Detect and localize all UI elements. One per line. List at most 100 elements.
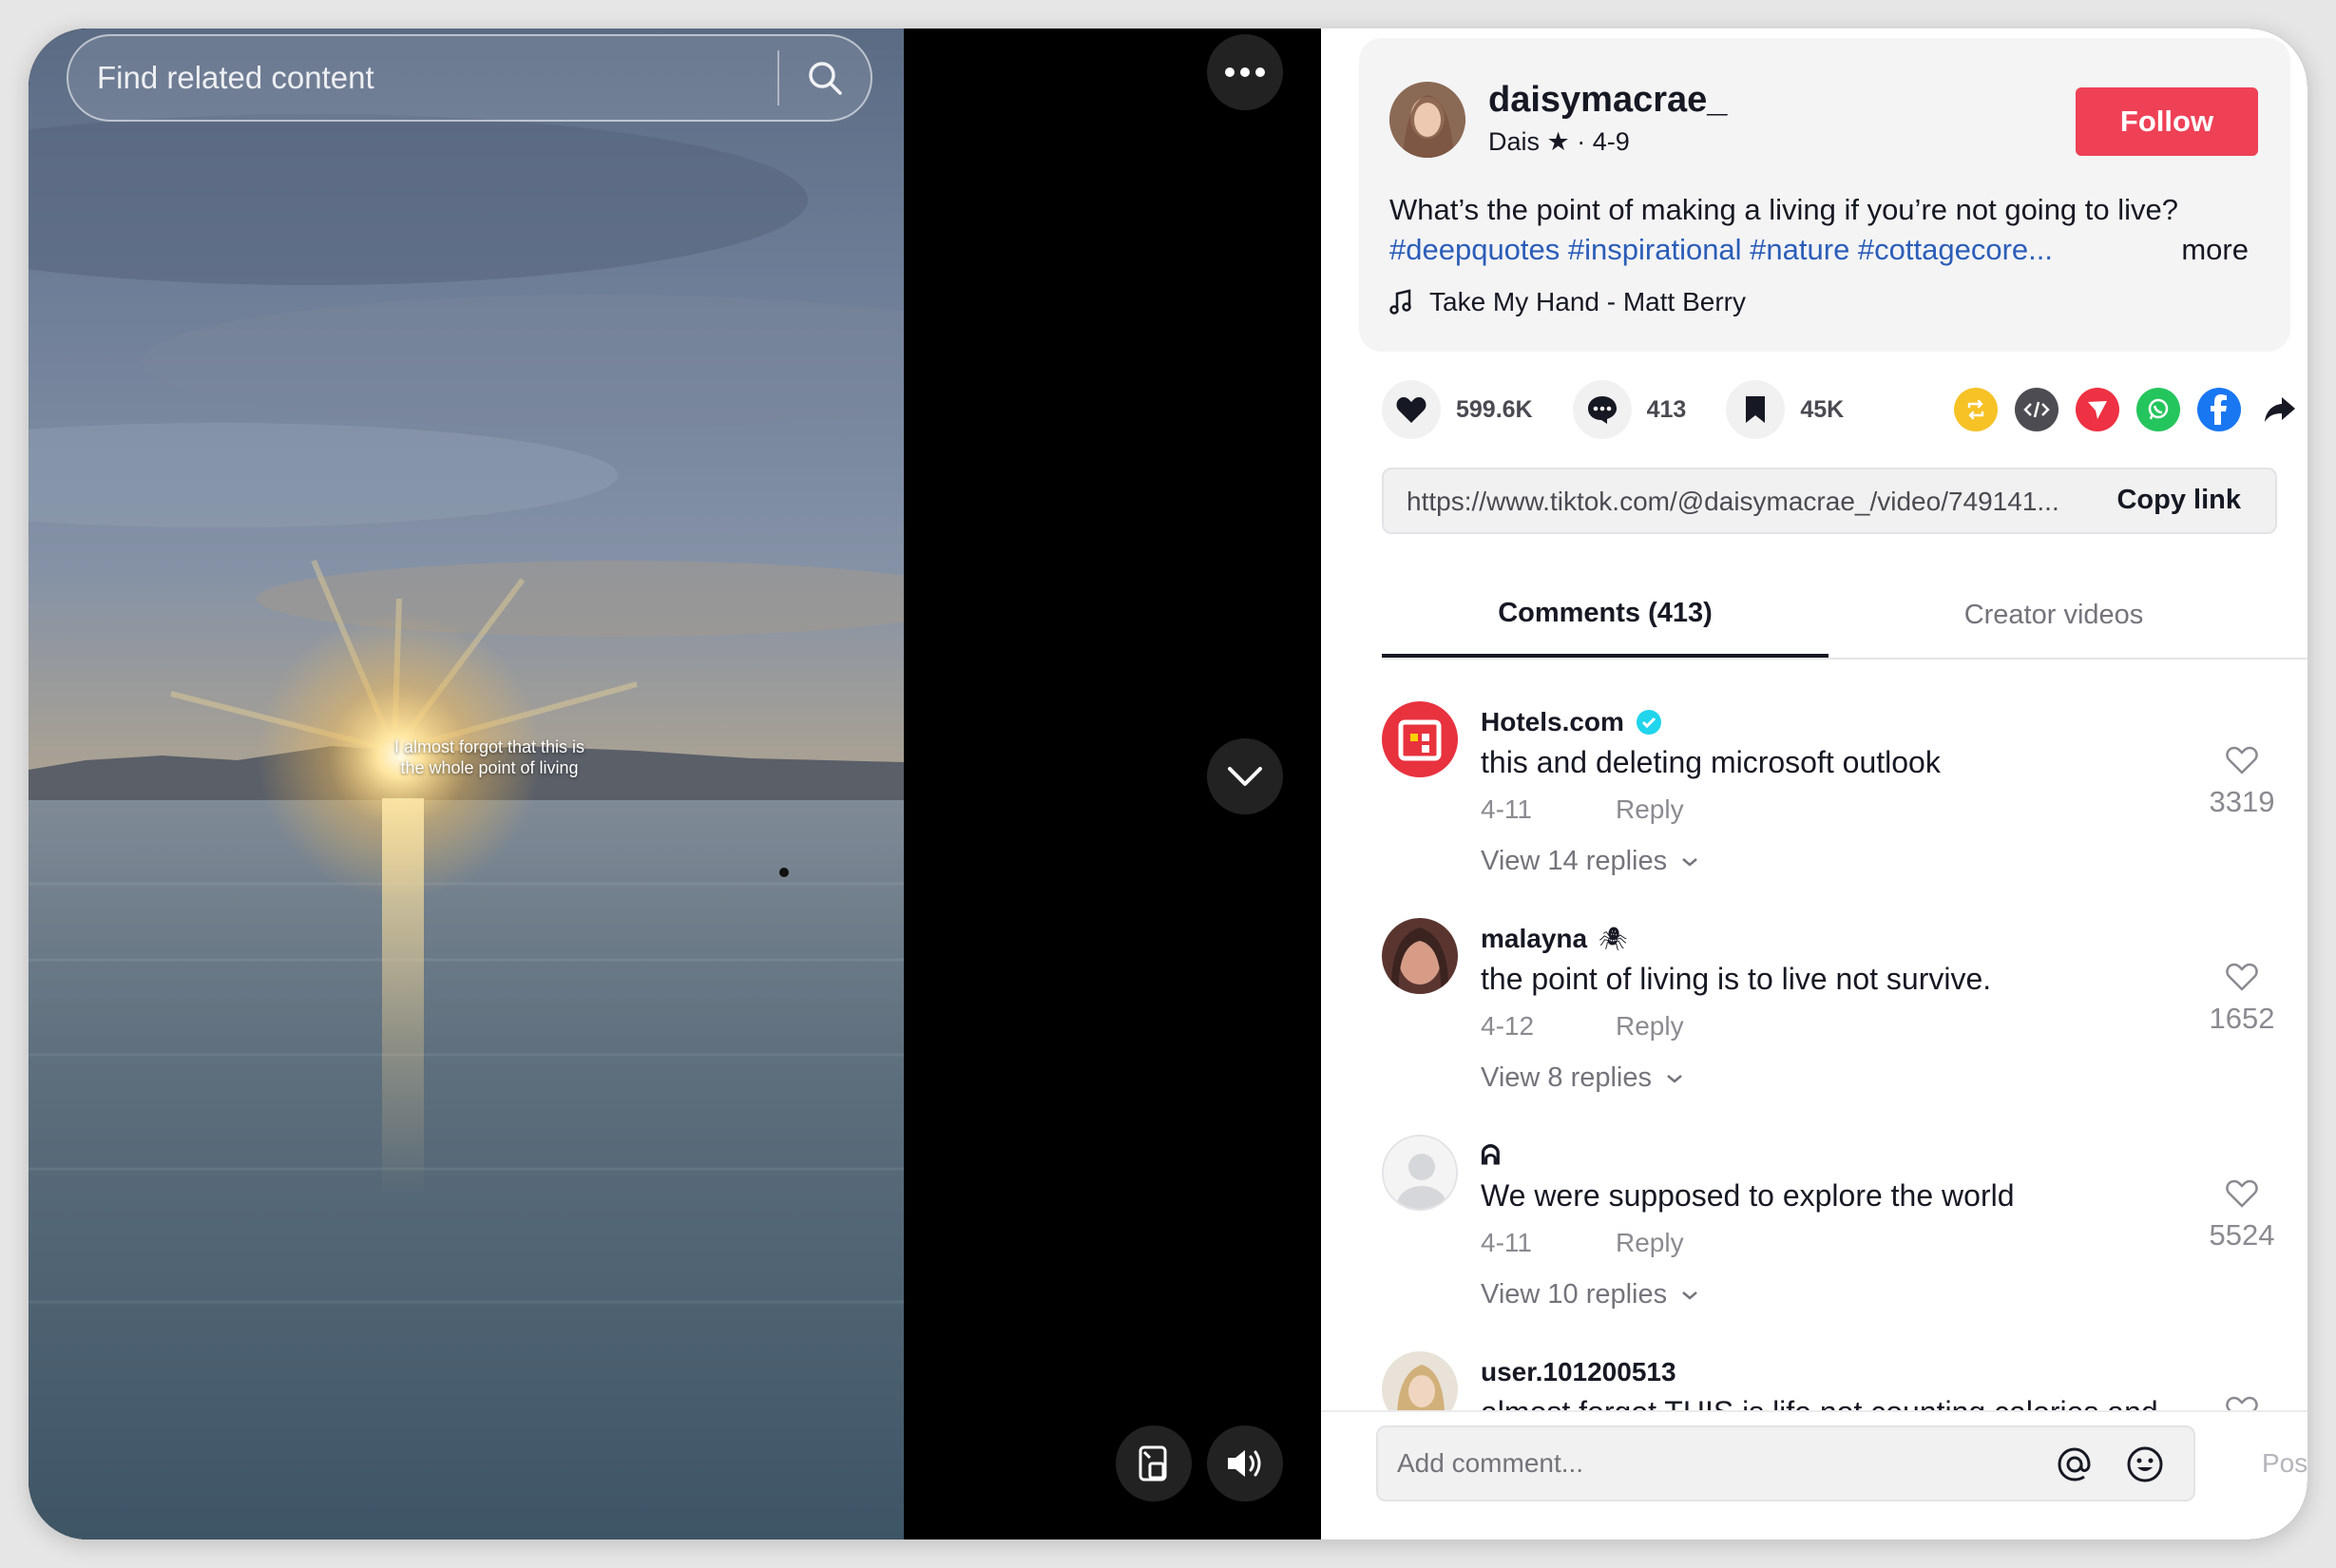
volume-button[interactable]: [1207, 1425, 1283, 1501]
follow-button[interactable]: Follow: [2076, 87, 2258, 156]
next-video-button[interactable]: [1207, 738, 1283, 814]
comment-like[interactable]: 3319: [2199, 745, 2285, 819]
comment-date: 4-12: [1481, 1011, 1535, 1041]
copy-link-button[interactable]: Copy link: [2116, 485, 2241, 516]
facebook-icon[interactable]: [2197, 388, 2241, 431]
comment-like[interactable]: 5524: [2199, 1178, 2285, 1252]
heart-outline-icon[interactable]: [2225, 745, 2259, 775]
user-avatar-image: [1382, 1351, 1458, 1410]
ellipsis-icon: [1225, 67, 1265, 77]
comment-input[interactable]: Add comment...: [1397, 1448, 1583, 1479]
comment-bubble-icon: [1587, 396, 1617, 424]
comment-button[interactable]: [1572, 380, 1632, 439]
comment-username[interactable]: ᕱ: [1481, 1140, 1501, 1172]
video-description: What’s the point of making a living if y…: [1389, 190, 2264, 270]
verified-badge-icon: [1636, 710, 1661, 735]
view-replies-label: View 14 replies: [1481, 846, 1668, 876]
details-panel: daisymacrae_ Dais ★ · 4-9 Follow What’s …: [1321, 29, 2307, 1539]
comment-item: ᕱ We were supposed to explore the world …: [1382, 1135, 2285, 1353]
heart-outline-icon[interactable]: [2225, 962, 2259, 992]
like-stat[interactable]: 599.6K: [1382, 380, 1533, 439]
post-button[interactable]: Post: [2262, 1448, 2307, 1479]
author-avatar-image: [1389, 82, 1465, 158]
app-window: I almost forgot that this is the whole p…: [29, 29, 2307, 1539]
tab-comments[interactable]: Comments (413): [1382, 572, 1829, 658]
view-replies-label: View 8 replies: [1481, 1062, 1653, 1093]
comment-avatar[interactable]: [1382, 1351, 1458, 1410]
save-stat[interactable]: 45K: [1726, 380, 1844, 439]
search-bar[interactable]: Find related content: [67, 34, 872, 122]
chevron-down-icon: [1682, 857, 1697, 867]
search-input[interactable]: Find related content: [68, 60, 777, 96]
description-text: What’s the point of making a living if y…: [1389, 193, 2179, 226]
volume-icon: [1228, 1450, 1261, 1477]
save-count: 45K: [1800, 395, 1845, 423]
heart-outline-icon[interactable]: [2225, 1395, 2259, 1412]
view-replies-button[interactable]: View 10 replies: [1481, 1279, 1699, 1310]
comment-username[interactable]: Hotels.com: [1481, 707, 1662, 737]
comment-avatar[interactable]: [1382, 701, 1458, 777]
comment-count: 413: [1646, 395, 1687, 423]
repost-icon[interactable]: [1954, 388, 1998, 431]
comment-avatar[interactable]: [1382, 1135, 1458, 1211]
comment-list[interactable]: Hotels.com this and deleting microsoft o…: [1321, 661, 2307, 1412]
comment-date: 4-11: [1481, 1228, 1532, 1257]
comment-like[interactable]: 1652: [2199, 962, 2285, 1036]
floating-player-icon: [1139, 1445, 1167, 1482]
whatsapp-icon[interactable]: [2136, 388, 2180, 431]
comment-username-text[interactable]: ᕱ: [1481, 1140, 1501, 1172]
emoji-icon[interactable]: [2125, 1444, 2165, 1484]
comment-username-text[interactable]: malayna: [1481, 924, 1587, 954]
comment-composer[interactable]: Add comment...: [1376, 1425, 2195, 1501]
comment-username-text[interactable]: Hotels.com: [1481, 707, 1624, 737]
comment-reply-button[interactable]: Reply: [1616, 1011, 1684, 1042]
comment-item: malayna 🕷 the point of living is to live…: [1382, 918, 2285, 1137]
comment-text: the point of living is to live not survi…: [1481, 962, 1992, 996]
comment-item: user.101200513 almost forgot THIS is lif…: [1382, 1351, 2285, 1412]
save-button[interactable]: [1726, 380, 1786, 439]
send-icon[interactable]: [2076, 388, 2119, 431]
share-link-url[interactable]: https://www.tiktok.com/@daisymacrae_/vid…: [1407, 487, 2059, 517]
comment-like-count: 5524: [2209, 1218, 2275, 1252]
author-nickname-date: Dais ★ · 4-9: [1488, 127, 1630, 156]
default-avatar-icon: [1384, 1137, 1456, 1209]
comment-like[interactable]: [2199, 1395, 2285, 1412]
video-player[interactable]: I almost forgot that this is the whole p…: [29, 29, 1321, 1539]
embed-icon[interactable]: [2015, 388, 2058, 431]
description-hashtags[interactable]: #deepquotes #inspirational #nature #cott…: [1389, 230, 2264, 270]
comment-like-count: 3319: [2209, 785, 2275, 818]
description-more-button[interactable]: more: [2181, 230, 2249, 270]
like-count: 599.6K: [1456, 395, 1533, 423]
comment-username[interactable]: user.101200513: [1481, 1357, 1676, 1387]
share-arrow-icon[interactable]: [2258, 388, 2302, 431]
comment-avatar[interactable]: [1382, 918, 1458, 994]
mini-player-button[interactable]: [1116, 1425, 1192, 1501]
comment-item: Hotels.com this and deleting microsoft o…: [1382, 701, 2285, 920]
chevron-down-icon: [1682, 1291, 1697, 1300]
more-options-button[interactable]: [1207, 34, 1283, 110]
view-replies-button[interactable]: View 8 replies: [1481, 1062, 1684, 1094]
comment-username-text[interactable]: user.101200513: [1481, 1357, 1676, 1387]
like-button[interactable]: [1382, 380, 1441, 439]
comment-reply-button[interactable]: Reply: [1616, 794, 1684, 825]
comment-reply-button[interactable]: Reply: [1616, 1228, 1684, 1258]
chevron-down-icon: [1667, 1074, 1682, 1083]
video-frame[interactable]: I almost forgot that this is the whole p…: [29, 29, 904, 1539]
comment-like-count: 1652: [2209, 1002, 2275, 1035]
video-caption-overlay: I almost forgot that this is the whole p…: [393, 737, 585, 777]
tab-creator-videos[interactable]: Creator videos: [1830, 572, 2277, 658]
chevron-down-icon: [1228, 767, 1262, 786]
comment-stat[interactable]: 413: [1572, 380, 1687, 439]
author-avatar[interactable]: [1389, 82, 1465, 158]
author-username[interactable]: daisymacrae_: [1488, 80, 1727, 121]
heart-outline-icon[interactable]: [2225, 1178, 2259, 1209]
view-replies-label: View 10 replies: [1481, 1279, 1668, 1310]
share-link-box[interactable]: https://www.tiktok.com/@daisymacrae_/vid…: [1382, 468, 2277, 534]
panel-tabs: Comments (413) Creator videos: [1382, 572, 2307, 660]
comment-username[interactable]: malayna 🕷: [1481, 924, 1628, 954]
search-button[interactable]: [779, 36, 871, 120]
music-link[interactable]: Take My Hand - Matt Berry: [1389, 287, 1746, 317]
mention-icon[interactable]: [2055, 1444, 2095, 1484]
view-replies-button[interactable]: View 14 replies: [1481, 846, 1699, 877]
malayna-avatar-image: [1382, 918, 1458, 994]
